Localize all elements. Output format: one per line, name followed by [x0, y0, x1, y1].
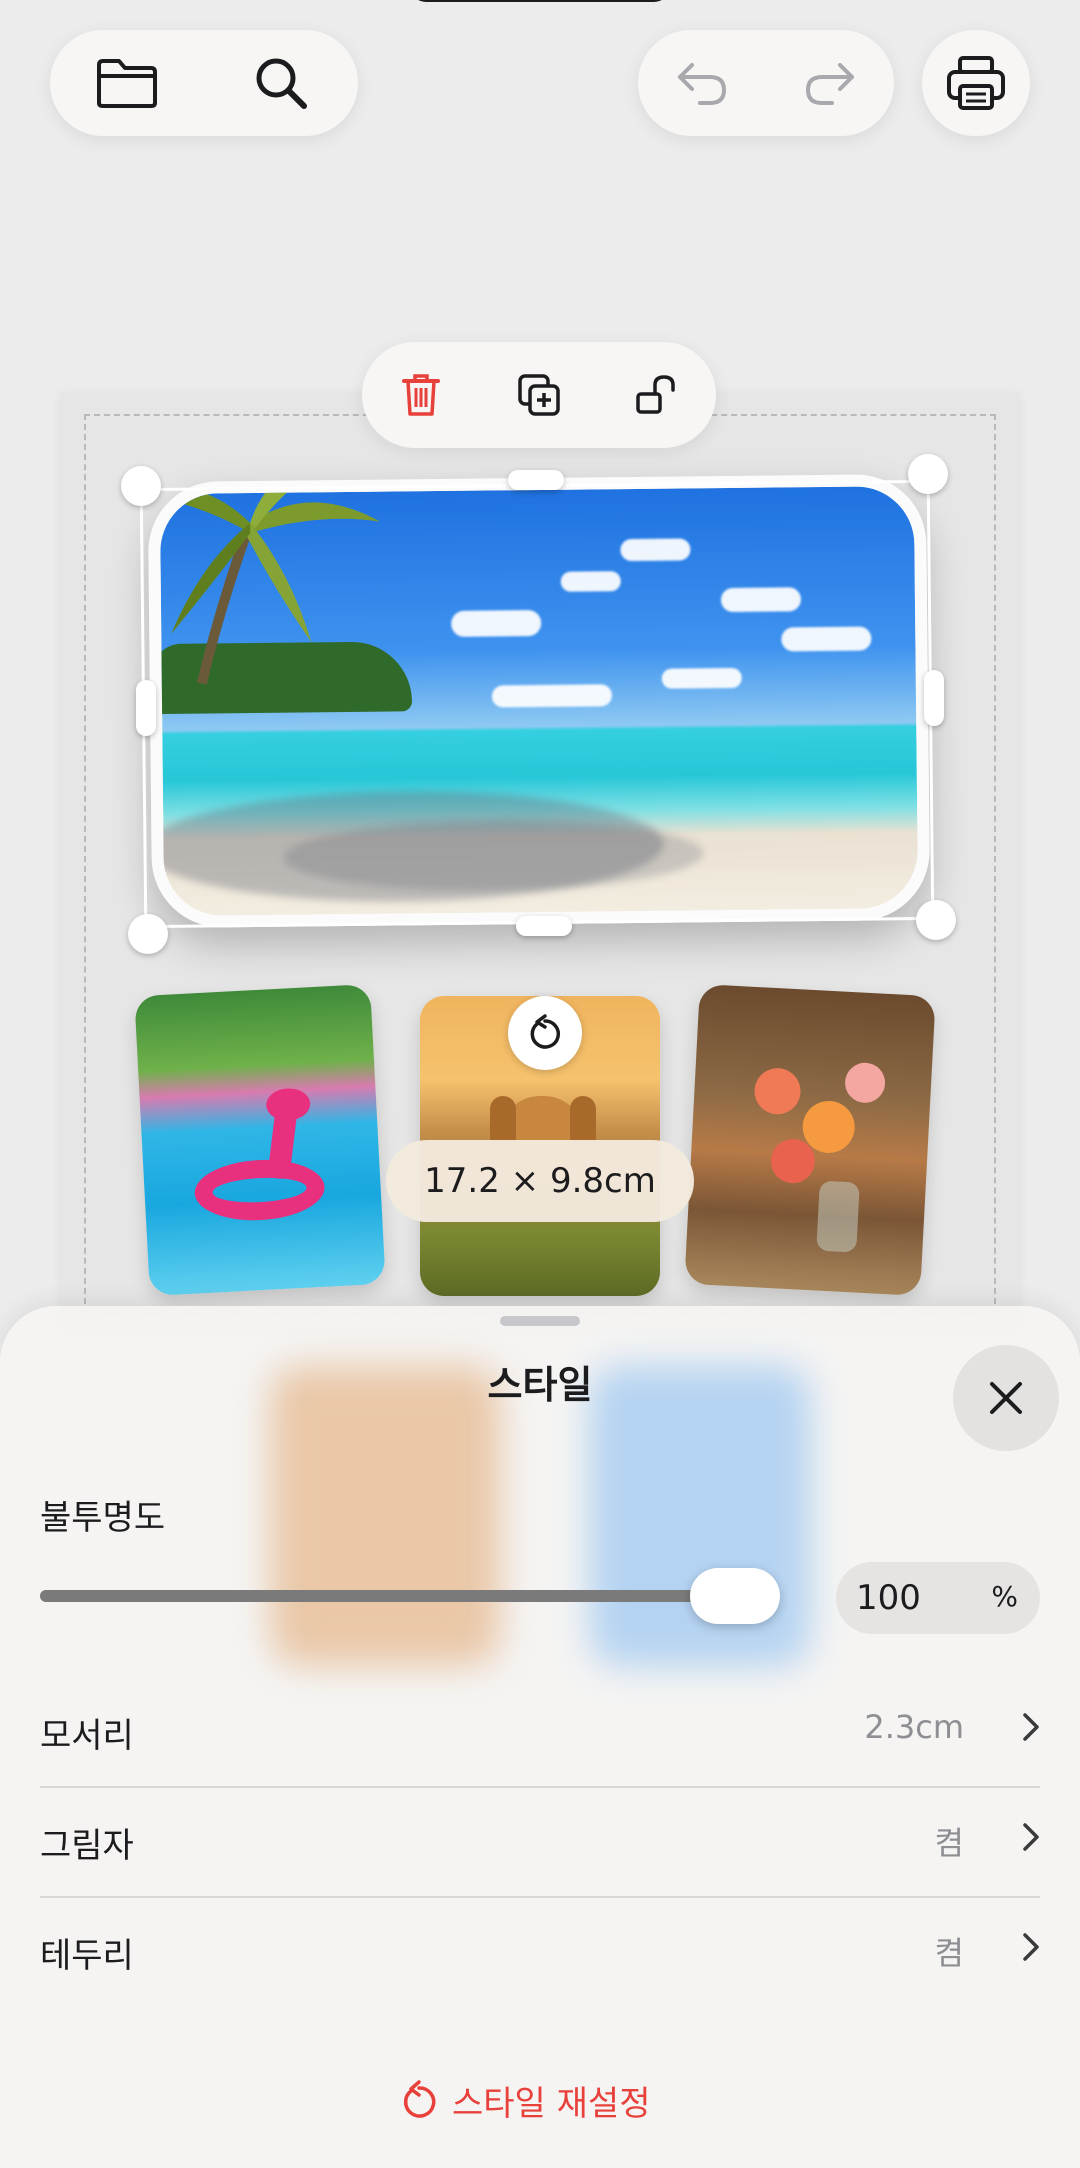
corner-label: 모서리: [40, 1716, 134, 1756]
printer-icon: [947, 56, 1005, 110]
corner-value: 2.3cm: [864, 1708, 964, 1746]
folder-icon: [97, 59, 157, 108]
file-toolbar: [50, 30, 358, 136]
rotate-icon: [530, 1014, 561, 1049]
border-row[interactable]: 테두리 켬: [40, 1896, 1040, 2006]
undo-icon: [678, 63, 727, 105]
resize-handle-top[interactable]: [508, 470, 564, 490]
context-toolbar: [362, 342, 716, 448]
folder-button[interactable]: [82, 38, 172, 128]
photo-flower-vase[interactable]: [684, 984, 936, 1296]
reset-icon: [403, 2080, 436, 2118]
resize-handle-right[interactable]: [924, 670, 944, 726]
resize-handle-top-left[interactable]: [121, 466, 161, 506]
resize-handle-bottom[interactable]: [516, 916, 572, 936]
redo-icon: [805, 63, 854, 105]
search-icon: [256, 58, 307, 109]
photo-flamingo-pool[interactable]: [134, 984, 386, 1296]
device-notch: [410, 0, 670, 2]
close-button[interactable]: [953, 1345, 1059, 1451]
chevron-right-icon: [1023, 1823, 1039, 1851]
opacity-label: 불투명도: [40, 1498, 166, 1538]
border-label: 테두리: [40, 1936, 134, 1976]
resize-handle-left[interactable]: [136, 680, 156, 736]
sheet-grabber[interactable]: [500, 1316, 580, 1326]
chevron-right-icon: [1023, 1713, 1039, 1741]
duplicate-button[interactable]: [494, 350, 584, 440]
shadow-row[interactable]: 그림자 켬: [40, 1786, 1040, 1896]
print-button[interactable]: [922, 30, 1030, 136]
selection-frame: [139, 479, 935, 929]
resize-handle-bottom-right[interactable]: [916, 900, 956, 940]
opacity-value: 100: [856, 1578, 921, 1618]
redo-button[interactable]: [785, 38, 875, 128]
reset-style-label: 스타일 재설정: [452, 2083, 651, 2124]
close-icon: [990, 1382, 1022, 1414]
trash-icon: [402, 374, 440, 416]
opacity-unit: %: [991, 1580, 1018, 1613]
search-button[interactable]: [236, 38, 326, 128]
undo-button[interactable]: [657, 38, 747, 128]
opacity-slider-thumb[interactable]: [690, 1568, 780, 1624]
opacity-input[interactable]: 100 %: [836, 1562, 1040, 1634]
opacity-slider[interactable]: [40, 1590, 780, 1602]
resize-handle-bottom-left[interactable]: [128, 914, 168, 954]
chevron-right-icon: [1023, 1933, 1039, 1961]
rotate-button[interactable]: [508, 996, 582, 1070]
reset-style-button[interactable]: 스타일 재설정: [400, 2070, 651, 2130]
sheet-title: 스타일: [487, 1363, 593, 1407]
shadow-value: 켬: [934, 1824, 964, 1862]
corner-row[interactable]: 모서리 2.3cm: [40, 1676, 1040, 1786]
shadow-label: 그림자: [40, 1826, 134, 1866]
history-toolbar: [638, 30, 894, 136]
size-badge: 17.2 × 9.8cm: [386, 1140, 694, 1222]
opacity-slider-fill: [40, 1590, 735, 1602]
resize-handle-top-right[interactable]: [908, 454, 948, 494]
delete-button[interactable]: [376, 350, 466, 440]
duplicate-icon: [518, 374, 560, 416]
lock-button[interactable]: [612, 350, 702, 440]
border-value: 켬: [934, 1934, 964, 1972]
unlock-icon: [636, 375, 675, 414]
